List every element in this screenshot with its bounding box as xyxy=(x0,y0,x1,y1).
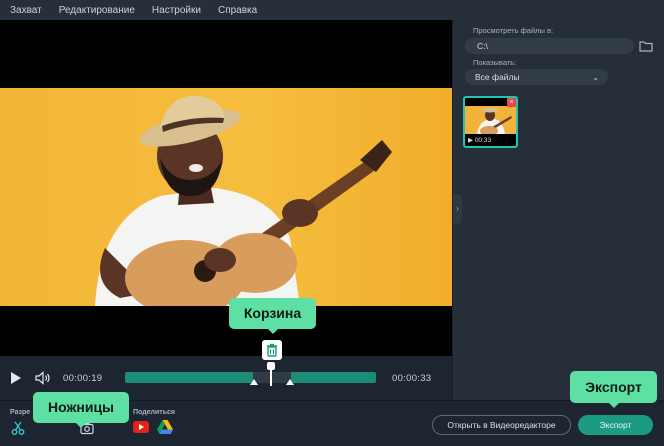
video-frame xyxy=(0,88,452,306)
video-preview[interactable] xyxy=(0,20,452,356)
share-label: Поделиться xyxy=(133,409,176,416)
chevron-down-icon: ⌄ xyxy=(592,73,599,82)
scissors-icon[interactable] xyxy=(11,421,25,435)
trash-icon xyxy=(267,343,277,357)
play-icon[interactable] xyxy=(10,371,22,385)
thumbnail-image xyxy=(465,106,516,134)
path-field[interactable]: C:\ xyxy=(465,38,634,54)
delete-segment-button[interactable] xyxy=(262,340,282,360)
total-time: 00:00:33 xyxy=(392,373,432,384)
open-in-editor-button[interactable]: Открыть в Видеоредакторе xyxy=(432,415,571,435)
menu-bar: Захват Редактирование Настройки Справка xyxy=(0,0,664,20)
media-thumbnail[interactable]: × ▶ 00:33 xyxy=(463,96,518,148)
folder-icon[interactable] xyxy=(639,39,653,53)
browse-label: Просмотреть файлы в: xyxy=(473,26,554,35)
file-filter-value: Все файлы xyxy=(475,72,520,82)
menu-help[interactable]: Справка xyxy=(218,5,257,16)
video-content-image xyxy=(95,95,392,306)
show-label: Показывать: xyxy=(473,58,517,67)
file-filter-select[interactable]: Все файлы ⌄ xyxy=(465,69,608,85)
split-label: Разре xyxy=(10,409,31,416)
menu-capture[interactable]: Захват xyxy=(10,5,42,16)
collapse-panel-button[interactable]: › xyxy=(453,194,462,224)
callout-export: Экспорт xyxy=(570,371,657,408)
google-drive-icon[interactable] xyxy=(157,420,173,434)
current-time: 00:00:19 xyxy=(63,373,103,384)
remove-file-icon[interactable]: × xyxy=(507,98,516,107)
youtube-icon[interactable] xyxy=(133,421,149,433)
callout-trash: Корзина xyxy=(229,298,316,334)
callout-scissors: Ножницы xyxy=(33,392,129,428)
segment-marker-right[interactable] xyxy=(286,379,294,385)
export-button[interactable]: Экспорт xyxy=(578,415,653,435)
menu-settings[interactable]: Настройки xyxy=(152,5,201,16)
thumbnail-duration: ▶ 00:33 xyxy=(468,137,492,144)
menu-edit[interactable]: Редактирование xyxy=(59,5,135,16)
volume-icon[interactable] xyxy=(35,371,51,385)
file-browser-panel: › Просмотреть файлы в: C:\ Показывать: В… xyxy=(452,20,664,400)
playhead-handle[interactable] xyxy=(267,362,275,370)
segment-marker-left[interactable] xyxy=(250,379,258,385)
